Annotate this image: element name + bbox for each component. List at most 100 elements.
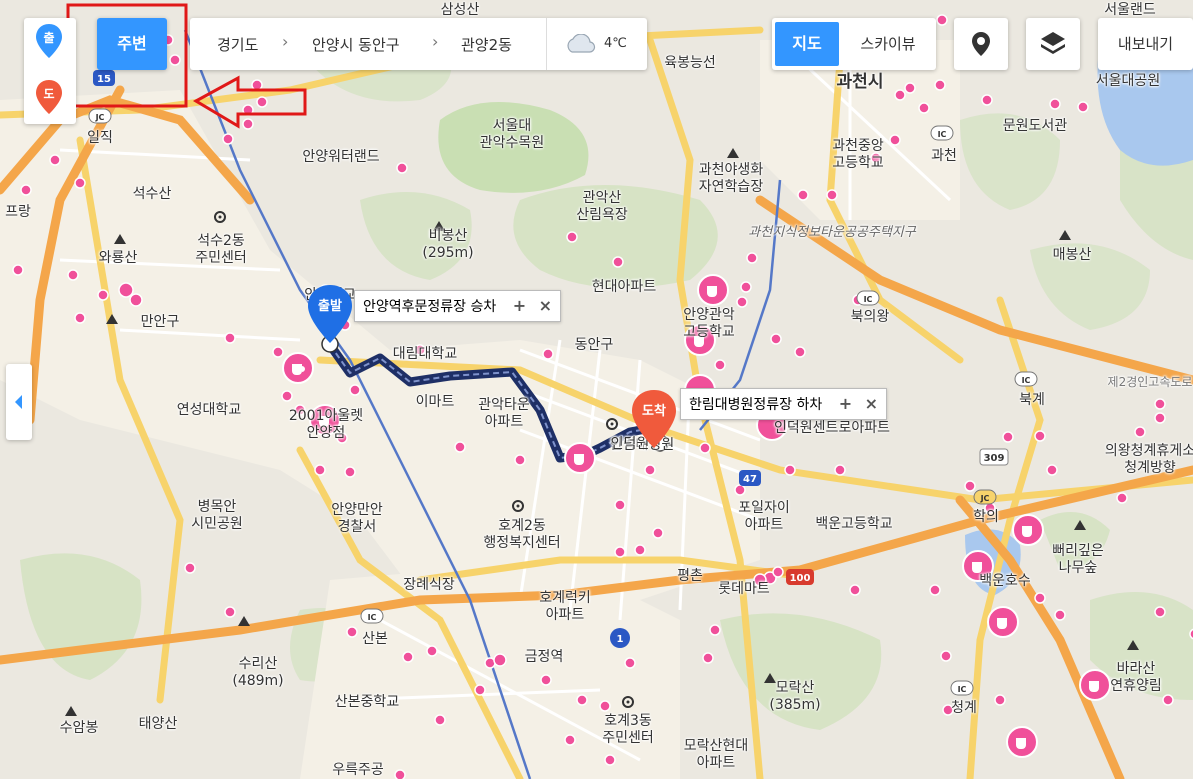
- route-end-infobox: 한림대병원정류장 하차 + ×: [680, 388, 887, 420]
- place-label[interactable]: 북계: [1019, 392, 1045, 409]
- expand-plus-icon[interactable]: +: [513, 291, 526, 321]
- place-label[interactable]: 매봉산: [1053, 247, 1092, 264]
- breadcrumb-province[interactable]: 경기도: [217, 34, 258, 55]
- place-label[interactable]: 서울대 관악수목원: [480, 118, 544, 152]
- cloud-icon: [564, 33, 596, 58]
- map-canvas[interactable]: 15 47 100 309 1 JC JC IC IC IC IC IC: [0, 0, 1193, 779]
- map-type-map-button[interactable]: 지도: [775, 22, 839, 66]
- breadcrumb-city[interactable]: 안양시 동안구: [312, 34, 400, 55]
- place-label[interactable]: 수암봉: [60, 720, 99, 737]
- place-label[interactable]: 프랑: [5, 204, 31, 221]
- place-label[interactable]: 서울대공원: [1096, 73, 1160, 90]
- place-label[interactable]: 관악타운 아파트: [478, 397, 530, 431]
- place-label[interactable]: 백운고등학교: [815, 516, 892, 533]
- place-label[interactable]: 학의: [973, 509, 999, 526]
- place-label[interactable]: 과천시: [837, 74, 884, 91]
- place-label[interactable]: 대림대학교: [393, 346, 457, 363]
- place-label[interactable]: 뻐리깊은 나무숲: [1052, 543, 1104, 577]
- place-label[interactable]: 과천중앙 고등학교: [832, 138, 884, 172]
- place-label[interactable]: 장례식장: [403, 577, 455, 594]
- place-label[interactable]: 연성대학교: [177, 402, 241, 419]
- map-type-toggle: 지도 스카이뷰: [772, 18, 936, 70]
- route-end-badge: 도착: [642, 404, 666, 419]
- place-label[interactable]: 호계2동 행정복지센터: [483, 518, 560, 552]
- svg-text:IC: IC: [958, 685, 967, 694]
- end-marker-label: 도: [43, 87, 55, 101]
- route-start-badge: 출발: [318, 299, 342, 314]
- place-label[interactable]: 제2경인고속도로: [1108, 374, 1193, 391]
- place-label[interactable]: 백운호수: [979, 573, 1031, 590]
- svg-text:100: 100: [790, 573, 811, 584]
- expand-plus-icon[interactable]: +: [839, 389, 852, 419]
- place-label[interactable]: 청계: [951, 700, 977, 717]
- svg-text:IC: IC: [938, 130, 947, 139]
- place-label[interactable]: 동안구: [575, 337, 614, 354]
- svg-text:IC: IC: [368, 613, 377, 622]
- place-label[interactable]: 이마트: [416, 394, 455, 411]
- map-type-sky-button[interactable]: 스카이뷰: [844, 22, 932, 66]
- svg-text:IC: IC: [864, 295, 873, 304]
- svg-text:47: 47: [743, 474, 757, 485]
- chevron-left-icon: [15, 395, 22, 409]
- place-label[interactable]: 산본: [362, 631, 388, 648]
- svg-text:JC: JC: [980, 494, 990, 503]
- place-label[interactable]: 우륵주공: [332, 762, 384, 779]
- place-label[interactable]: 비봉산 (295m): [422, 228, 473, 262]
- place-label[interactable]: 북의왕: [851, 309, 890, 326]
- route-end-marker[interactable]: 도착: [632, 390, 676, 448]
- breadcrumb-dong[interactable]: 관양2동: [461, 34, 512, 55]
- roadview-button[interactable]: [954, 18, 1008, 70]
- layers-icon: [1041, 32, 1065, 54]
- place-label[interactable]: 과천: [931, 148, 957, 165]
- place-label[interactable]: 과천지식정보타운공공주택지구: [748, 224, 915, 241]
- place-label[interactable]: 와룡산: [99, 250, 138, 267]
- nearby-button[interactable]: 주변: [97, 18, 167, 70]
- sidebar-toggle-tab[interactable]: [6, 364, 32, 440]
- place-label[interactable]: 육봉능선: [664, 55, 716, 72]
- place-label[interactable]: 일직: [87, 130, 113, 147]
- weather-temp: 4℃: [604, 36, 627, 51]
- place-label[interactable]: 호계럭키 아파트: [539, 590, 591, 624]
- place-label[interactable]: 평촌: [677, 568, 703, 585]
- route-start-infobox: 안양역후문정류장 승차 + ×: [354, 290, 561, 322]
- place-label[interactable]: 안양관악 고등학교: [683, 307, 735, 341]
- start-marker-icon[interactable]: 출: [36, 24, 62, 58]
- place-label[interactable]: 롯데마트: [718, 581, 770, 598]
- place-label[interactable]: 삼성산: [441, 2, 480, 19]
- place-label[interactable]: 태양산: [139, 716, 178, 733]
- close-icon[interactable]: ×: [539, 291, 552, 321]
- route-start-label: 안양역후문정류장 승차: [363, 299, 497, 315]
- roadview-icon: [972, 32, 990, 56]
- place-label[interactable]: 모락산현대 아파트: [684, 738, 748, 772]
- svg-text:1: 1: [617, 634, 624, 645]
- place-label[interactable]: 2001아울렛 안양점: [289, 408, 363, 442]
- route-start-marker[interactable]: 출발: [308, 285, 352, 343]
- place-label[interactable]: 만안구: [141, 314, 180, 331]
- place-label[interactable]: 관악산 산림욕장: [576, 190, 628, 224]
- place-label[interactable]: 바라산 연휴양림: [1110, 661, 1162, 695]
- place-label[interactable]: 석수산: [133, 186, 172, 203]
- place-label[interactable]: 수리산 (489m): [232, 656, 283, 690]
- breadcrumb: 경기도 › 안양시 동안구 › 관양2동 4℃: [190, 18, 647, 70]
- place-label[interactable]: 안양워터랜드: [302, 149, 379, 166]
- layers-button[interactable]: [1026, 18, 1080, 70]
- place-label[interactable]: 모락산 (385m): [769, 680, 820, 714]
- place-label[interactable]: 서울랜드: [1104, 2, 1156, 19]
- place-label[interactable]: 석수2동 주민센터: [195, 233, 247, 267]
- place-label[interactable]: 금정역: [525, 649, 564, 666]
- place-label[interactable]: 과천야생화 자연학습장: [699, 162, 763, 196]
- svg-text:IC: IC: [1022, 376, 1031, 385]
- place-label[interactable]: 문원도서관: [1003, 118, 1067, 135]
- export-button[interactable]: 내보내기: [1098, 18, 1193, 70]
- place-label[interactable]: 호계3동 주민센터: [602, 713, 654, 747]
- place-label[interactable]: 병목안 시민공원: [191, 499, 243, 533]
- close-icon[interactable]: ×: [865, 389, 878, 419]
- place-label[interactable]: 의왕청계휴게소 청계방향: [1105, 443, 1193, 477]
- place-label[interactable]: 현대아파트: [592, 279, 656, 296]
- place-label[interactable]: 산본중학교: [335, 694, 399, 711]
- place-label[interactable]: 포일자이 아파트: [738, 500, 790, 534]
- end-marker-icon[interactable]: 도: [36, 80, 62, 114]
- place-label[interactable]: 인덕원센트로아파트: [774, 420, 890, 437]
- place-label[interactable]: 안양만안 경찰서: [331, 502, 383, 536]
- chevron-right-icon: ›: [432, 32, 439, 51]
